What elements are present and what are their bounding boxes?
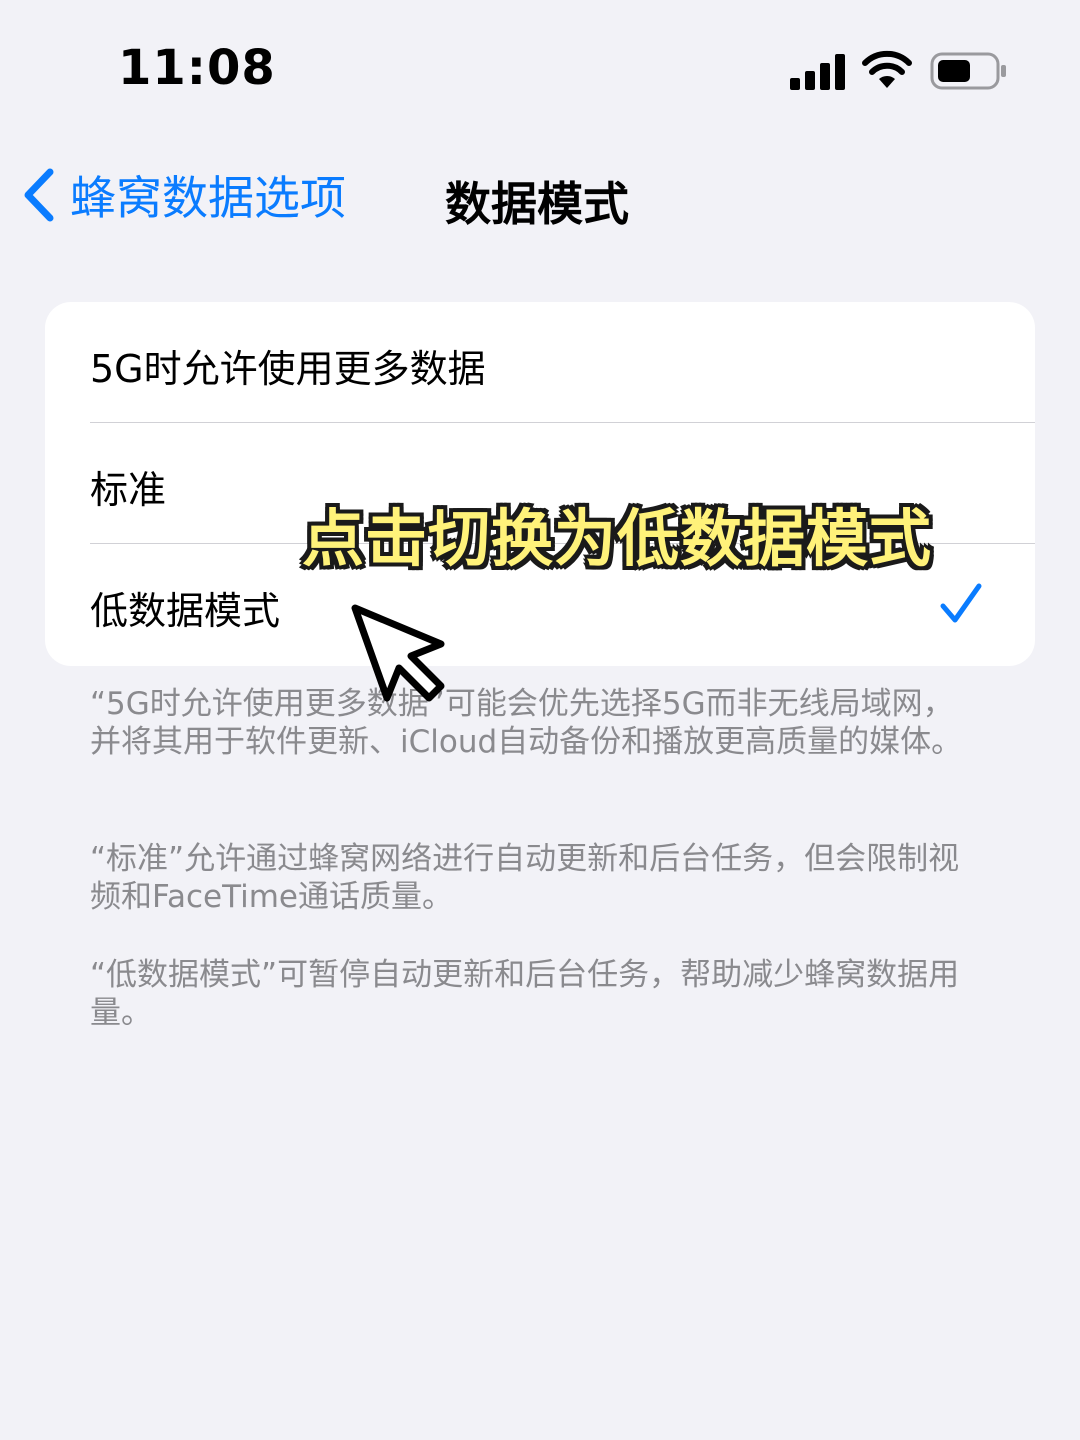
footnote-5g-more-data: “5G时允许使用更多数据”可能会优先选择5G而非无线局域网，并将其用于软件更新、… bbox=[90, 686, 963, 760]
option-label: 5G时允许使用更多数据 bbox=[90, 347, 486, 391]
back-button[interactable]: 蜂窝数据选项 bbox=[20, 160, 346, 230]
option-row-5g-more-data[interactable]: 5G时允许使用更多数据 bbox=[45, 302, 1035, 423]
navigation-bar: 蜂窝数据选项 数据模式 bbox=[0, 150, 1080, 240]
back-button-label: 蜂窝数据选项 bbox=[70, 171, 346, 225]
page-title: 数据模式 bbox=[445, 177, 629, 231]
checkmark-icon bbox=[940, 583, 982, 623]
footnote-low-data-mode: “低数据模式”可暂停自动更新和后台任务，帮助减少蜂窝数据用量。 bbox=[90, 957, 960, 1031]
option-label: 低数据模式 bbox=[90, 589, 281, 633]
cursor-pointer-icon bbox=[351, 604, 445, 702]
footnote-standard: “标准”允许通过蜂窝网络进行自动更新和后台任务，但会限制视频和FaceTime通… bbox=[90, 841, 960, 915]
status-bar: 11:08 bbox=[0, 0, 1080, 140]
annotation-caption: 点击切换为低数据模式 bbox=[302, 502, 933, 575]
option-label: 标准 bbox=[90, 468, 167, 512]
chevron-left-icon bbox=[24, 168, 54, 222]
signal-icon bbox=[790, 54, 845, 90]
status-time: 11:08 bbox=[118, 40, 276, 96]
battery-icon bbox=[930, 52, 1006, 90]
wifi-icon bbox=[862, 50, 912, 88]
data-mode-options: 5G时允许使用更多数据 标准 低数据模式 bbox=[45, 302, 1035, 666]
